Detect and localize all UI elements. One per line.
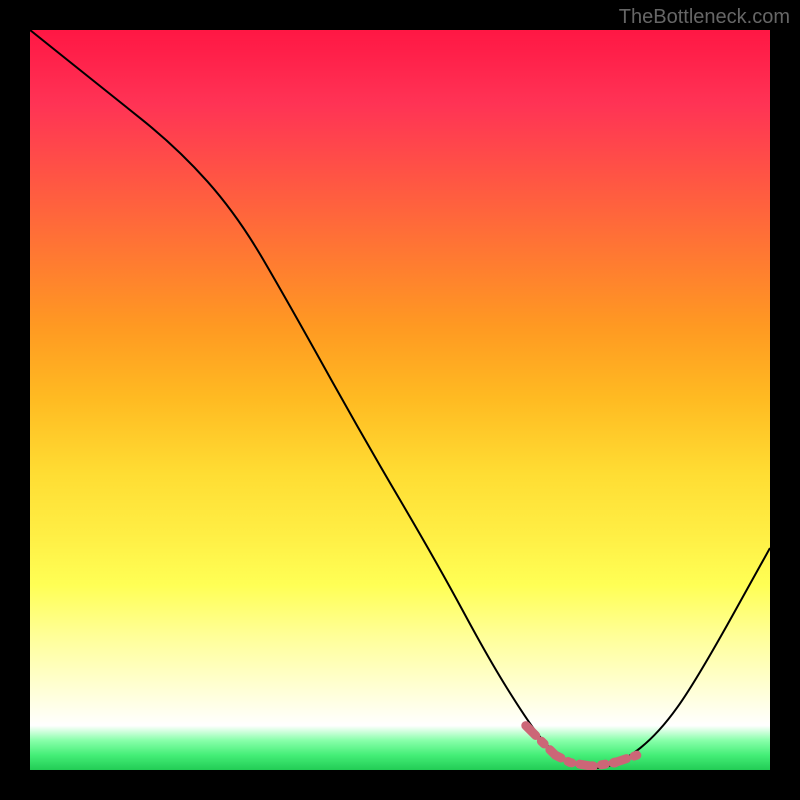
bottleneck-markers — [526, 726, 641, 770]
bottleneck-curve — [30, 30, 770, 768]
watermark-text: TheBottleneck.com — [619, 6, 790, 29]
marker-dot — [633, 751, 641, 759]
marker-dot — [610, 758, 620, 768]
chart-container — [30, 30, 770, 770]
chart-svg — [30, 30, 770, 770]
marker-path — [526, 726, 637, 767]
